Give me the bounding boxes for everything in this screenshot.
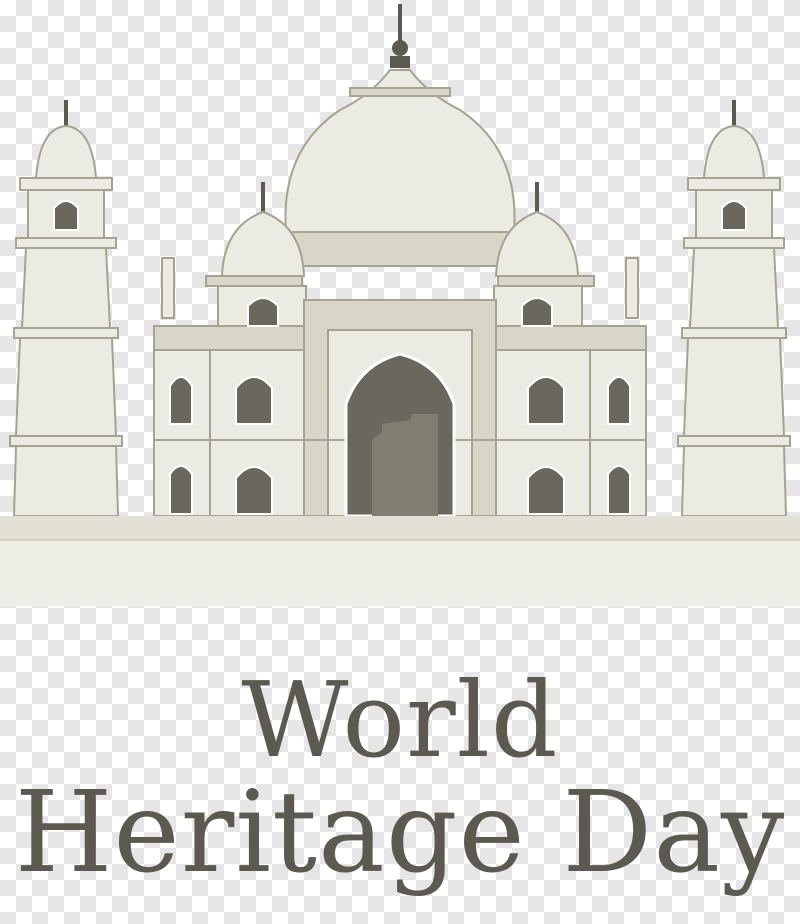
right-minaret [677, 100, 791, 517]
main-arch [344, 352, 456, 518]
platform [0, 516, 800, 606]
title-line-2: Heritage Day [14, 768, 786, 898]
left-minaret [9, 100, 123, 517]
title-line-1: World [241, 659, 559, 781]
main-dome [284, 4, 516, 267]
taj-mahal-illustration [0, 4, 800, 606]
